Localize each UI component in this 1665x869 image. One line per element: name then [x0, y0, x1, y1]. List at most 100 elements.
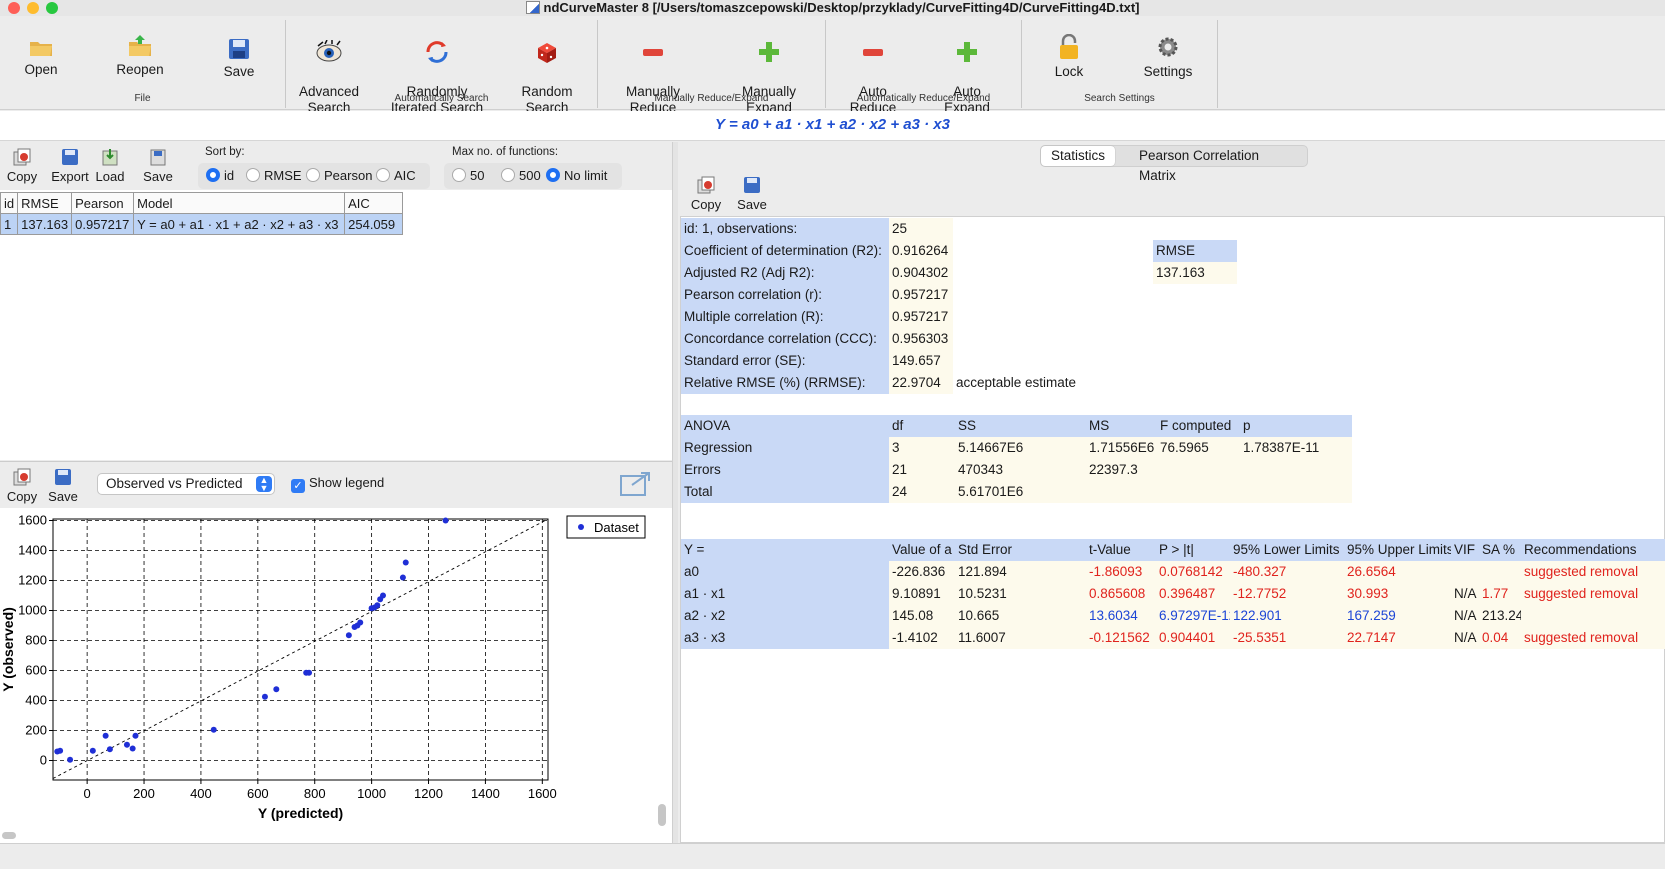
- save-models-button[interactable]: Save: [140, 148, 176, 184]
- copy-stats-button[interactable]: Copy: [688, 176, 724, 212]
- coef-cell-hi: 26.6564: [1344, 561, 1451, 583]
- data-point: [374, 602, 381, 609]
- col-id[interactable]: id: [0, 192, 19, 214]
- y-tick-label: 1200: [18, 573, 47, 588]
- file-group: Open Reopen Save File: [0, 20, 286, 108]
- anova-header-cell: MS: [1086, 415, 1157, 437]
- show-legend-checkbox[interactable]: ✓ Show legend: [291, 475, 384, 493]
- anova-cell: 1.71556E6: [1086, 437, 1157, 459]
- lock-button[interactable]: Lock: [1044, 34, 1094, 80]
- anova-cell: [1086, 481, 1157, 503]
- coef-cell-p: 0.0768142: [1156, 561, 1230, 583]
- export-label: Export: [51, 169, 89, 184]
- close-window-button[interactable]: [8, 2, 20, 14]
- legend-label: Dataset: [594, 520, 639, 535]
- models-table: id RMSE Pearson Model AIC 1 137.163 0.95…: [0, 192, 404, 235]
- max-50-radio[interactable]: 50: [452, 168, 484, 183]
- x-tick-label: 0: [84, 786, 91, 801]
- summary-value: 22.9704: [889, 372, 953, 394]
- chart-vertical-scrollbar[interactable]: [658, 804, 666, 826]
- coef-header-cell: VIF: [1451, 539, 1479, 561]
- coef-cell-lo: -25.5351: [1230, 627, 1344, 649]
- coef-cell-t: 0.865608: [1086, 583, 1156, 605]
- save-chart-button[interactable]: Save: [46, 468, 80, 504]
- col-model[interactable]: Model: [133, 192, 346, 214]
- coef-cell-vif: N/A: [1451, 605, 1479, 627]
- expand-chart-button[interactable]: [620, 471, 652, 497]
- manual-group-label: Manually Reduce/Expand: [654, 93, 769, 104]
- anova-header-cell: F computed: [1157, 415, 1240, 437]
- max-functions-label: Max no. of functions:: [452, 146, 559, 158]
- copy-models-button[interactable]: Copy: [6, 148, 38, 184]
- tab-pearson-matrix[interactable]: Pearson Correlation Matrix: [1129, 146, 1307, 183]
- open-button[interactable]: Open: [16, 38, 66, 78]
- summary-value: 149.657: [889, 350, 953, 372]
- anova-cell: [1157, 459, 1240, 481]
- iterate-cycle-icon: [426, 41, 448, 63]
- load-button[interactable]: Load: [92, 148, 128, 184]
- table-row[interactable]: 1 137.163 0.957217 Y = a0 + a1 · x1 + a2…: [0, 213, 404, 235]
- col-aic[interactable]: AIC: [344, 192, 404, 214]
- save-stats-button[interactable]: Save: [734, 176, 770, 212]
- y-tick-label: 1000: [18, 603, 47, 618]
- plot-type-select[interactable]: Observed vs Predicted ▲ ▼: [97, 473, 275, 495]
- coef-term: a1 · x1: [681, 583, 889, 605]
- settings-button[interactable]: Settings: [1138, 34, 1198, 80]
- summary-value: 0.957217: [889, 284, 953, 306]
- floppy-disk-icon: [229, 39, 249, 59]
- sort-rmse-radio[interactable]: RMSE: [246, 168, 302, 183]
- sort-id-radio[interactable]: id: [206, 168, 234, 183]
- chart-panel: Copy Save Observed vs Predicted ▲ ▼ ✓ Show…: [0, 461, 672, 844]
- anova-cell: 22397.3: [1086, 459, 1157, 481]
- save-file-button[interactable]: Save: [214, 38, 264, 80]
- coef-cell-se: 10.5231: [955, 583, 1086, 605]
- window-titlebar: ndCurveMaster 8 [/Users/tomaszcepowski/D…: [0, 0, 1665, 16]
- col-pearson[interactable]: Pearson: [71, 192, 135, 214]
- stats-tabs: Statistics Pearson Correlation Matrix: [1040, 145, 1308, 183]
- statistics-grid: id: 1, observations: 25 Coefficient of d…: [680, 216, 1665, 843]
- copy-chart-button[interactable]: Copy: [6, 468, 38, 504]
- cell-rmse: 137.163: [17, 213, 73, 235]
- save-icon: [55, 469, 71, 485]
- legend-marker: [578, 524, 584, 530]
- x-tick-label: 800: [304, 786, 326, 801]
- summary-label: Relative RMSE (%) (RRMSE):: [681, 372, 889, 394]
- models-panel: Copy Export Load Save Sort by: id RMSE P…: [0, 142, 672, 460]
- data-point: [132, 732, 139, 739]
- max-no-limit-radio[interactable]: No limit: [546, 168, 607, 183]
- sort-radio-group: id RMSE Pearson AIC: [198, 163, 430, 189]
- summary-label: Coefficient of determination (R2):: [681, 240, 889, 262]
- chevron-updown-icon: ▲ ▼: [256, 476, 272, 493]
- plus-icon: [759, 42, 779, 62]
- data-point: [345, 632, 352, 639]
- plot-type-value: Observed vs Predicted: [106, 476, 243, 491]
- reopen-button[interactable]: Reopen: [110, 34, 170, 78]
- auto-search-group-label: Automatically Search: [394, 93, 489, 104]
- y-tick-label: 1600: [18, 513, 47, 528]
- save-stats-label: Save: [737, 197, 767, 212]
- minimize-window-button[interactable]: [27, 2, 39, 14]
- summary-label: Adjusted R2 (Adj R2):: [681, 262, 889, 284]
- summary-value: 0.956303: [889, 328, 953, 350]
- coef-cell-hi: 30.993: [1344, 583, 1451, 605]
- chart-horizontal-scrollbar[interactable]: [2, 832, 16, 839]
- show-legend-label: Show legend: [309, 475, 385, 490]
- data-point: [102, 732, 109, 739]
- sort-pearson-radio[interactable]: Pearson: [306, 168, 372, 183]
- anova-cell: [1240, 459, 1352, 481]
- col-rmse[interactable]: RMSE: [17, 192, 73, 214]
- sort-aic-radio[interactable]: AIC: [376, 168, 416, 183]
- x-tick-label: 600: [247, 786, 269, 801]
- rmse-label: RMSE: [1153, 240, 1237, 262]
- zoom-window-button[interactable]: [46, 2, 58, 14]
- coef-cell-se: 121.894: [955, 561, 1086, 583]
- data-point: [210, 726, 217, 733]
- plus-icon: [957, 42, 977, 62]
- coef-cell-rec: [1521, 605, 1665, 627]
- coef-cell-se: 11.6007: [955, 627, 1086, 649]
- max-500-radio[interactable]: 500: [501, 168, 541, 183]
- tab-statistics[interactable]: Statistics: [1041, 146, 1116, 166]
- export-button[interactable]: Export: [48, 148, 92, 184]
- eye-icon: [316, 40, 342, 62]
- coef-cell-se: 10.665: [955, 605, 1086, 627]
